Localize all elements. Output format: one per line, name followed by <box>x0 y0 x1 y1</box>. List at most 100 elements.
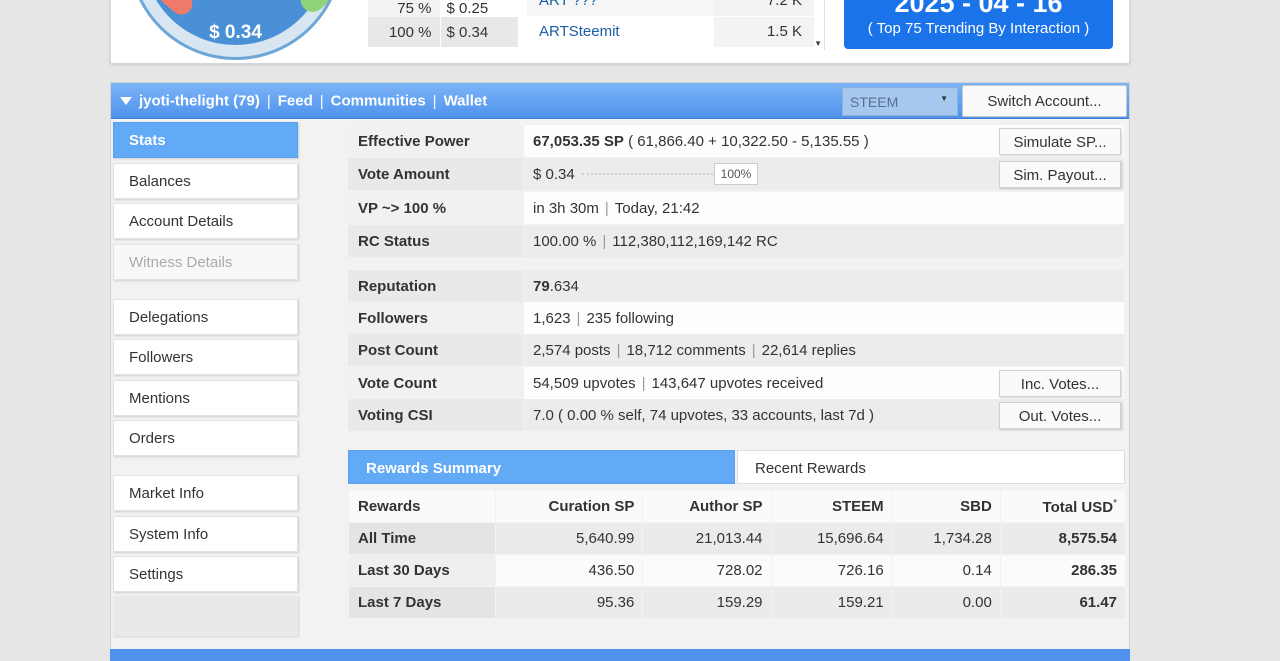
stat-label: Vote Count <box>348 367 523 399</box>
sidebar-item-system-info[interactable]: System Info <box>113 516 298 552</box>
table-row: All Time 5,640.99 21,013.44 15,696.64 1,… <box>349 523 1125 554</box>
stat-label: Effective Power <box>348 125 523 157</box>
vote-amount-value: $ 0.34 <box>533 166 575 183</box>
pct-row[interactable]: 100 % $ 0.34 <box>368 17 518 47</box>
account-name-link[interactable]: jyoti-thelight (79) <box>139 93 260 110</box>
column-header: STEEM <box>771 491 892 522</box>
tab-rewards-summary[interactable]: Rewards Summary <box>348 450 735 484</box>
column-header: Rewards <box>349 491 496 522</box>
community-link[interactable]: ART ??? <box>539 0 598 9</box>
sidebar-item-balances[interactable]: Balances <box>113 163 298 199</box>
stat-label: Vote Amount <box>348 158 523 190</box>
total-cell: 286.35 <box>1000 555 1125 586</box>
footnote-marker: * <box>1113 497 1117 509</box>
column-header: Total USD* <box>1000 491 1125 522</box>
total-cell: 61.47 <box>1000 587 1125 618</box>
column-header: SBD <box>892 491 1000 522</box>
stat-label: Post Count <box>348 334 523 366</box>
effective-power-total: 67,053.35 SP <box>533 133 624 150</box>
nav-link-wallet[interactable]: Wallet <box>444 93 488 110</box>
nav-link-communities[interactable]: Communities <box>331 93 426 110</box>
list-item[interactable]: ARTSteemit 1.5 K <box>527 17 814 47</box>
sidebar-item-mentions[interactable]: Mentions <box>113 380 298 416</box>
upvotes-received-count: 143,647 upvotes received <box>651 375 824 392</box>
sidebar-item-orders[interactable]: Orders <box>113 420 298 456</box>
table-cell: 436.50 <box>496 555 643 586</box>
stat-row-vote-count: Vote Count 54,509 upvotes | 143,647 upvote… <box>347 367 1127 399</box>
nav-separator: | <box>266 92 271 110</box>
tab-recent-rewards[interactable]: Recent Rewards <box>737 450 1125 484</box>
replies-count: 22,614 replies <box>761 342 856 359</box>
stat-label: VP ~> 100 % <box>348 192 523 224</box>
nav-separator: | <box>319 92 324 110</box>
simulate-sp-button[interactable]: Simulate SP... <box>999 128 1121 155</box>
stat-value: 2,574 posts | 18,712 comments | 22,614 repli… <box>524 334 1124 366</box>
sidebar-item-account-details[interactable]: Account Details <box>113 203 298 239</box>
comments-count: 18,712 comments <box>626 342 746 359</box>
sidebar-item-delegations[interactable]: Delegations <box>113 299 298 335</box>
collapse-triangle-icon[interactable] <box>120 97 132 106</box>
sidebar-item-followers[interactable]: Followers <box>113 339 298 375</box>
pct-value-cell: $ 0.25 <box>439 0 518 17</box>
pct-row[interactable]: 75 % $ 0.25 <box>368 0 518 17</box>
sidebar-filler <box>113 596 298 636</box>
column-header: Author SP <box>643 491 771 522</box>
rewards-summary-table: Rewards Curation SP Author SP STEEM SBD … <box>348 490 1126 619</box>
table-row: Last 30 Days 436.50 728.02 726.16 0.14 2… <box>349 555 1125 586</box>
banner-subtitle: ( Top 75 Trending By Interaction ) <box>867 20 1090 37</box>
stat-row-vp: VP ~> 100 % in 3h 30m | Today, 21:42 <box>347 192 1127 224</box>
table-cell: 726.16 <box>771 555 892 586</box>
stat-value: 100.00 % | 112,380,112,169,142 RC <box>524 225 1124 257</box>
nav-link-feed[interactable]: Feed <box>278 93 313 110</box>
stat-value: in 3h 30m | Today, 21:42 <box>524 192 1124 224</box>
table-cell: 15,696.64 <box>771 523 892 554</box>
sidebar-item-stats[interactable]: Stats <box>113 122 298 158</box>
rc-amount: 112,380,112,169,142 RC <box>612 233 778 250</box>
outgoing-votes-button[interactable]: Out. Votes... <box>999 402 1121 429</box>
community-list[interactable]: ART ??? 7.2 K ARTSteemit 1.5 K ▼ <box>527 0 825 50</box>
community-count: 1.5 K <box>714 17 814 47</box>
value-separator: | <box>751 342 756 359</box>
vote-pct-table: 75 % $ 0.25 100 % $ 0.34 <box>368 0 518 47</box>
table-cell: 0.14 <box>892 555 1000 586</box>
stat-value: 79.634 <box>524 270 1124 302</box>
total-usd-label: Total USD <box>1042 498 1114 516</box>
row-label: Last 30 Days <box>349 555 496 586</box>
sim-payout-button[interactable]: Sim. Payout... <box>999 161 1121 188</box>
stat-row-reputation: Reputation 79.634 <box>347 270 1127 302</box>
table-row: Last 7 Days 95.36 159.29 159.21 0.00 61.… <box>349 587 1125 618</box>
value-separator: | <box>602 233 607 250</box>
stat-row-rc-status: RC Status 100.00 % | 112,380,112,169,142 R… <box>347 225 1127 257</box>
token-select[interactable]: STEEM ▼ <box>842 87 958 116</box>
stat-row-effective-power: Effective Power 67,053.35 SP ( 61,866.40… <box>347 125 1127 157</box>
stat-label: Reputation <box>348 270 523 302</box>
banner-date: 2025 - 04 - 16 <box>894 0 1063 18</box>
community-count: 7.2 K <box>714 0 814 16</box>
vp-full-at: Today, 21:42 <box>614 200 700 217</box>
table-cell: 159.29 <box>643 587 771 618</box>
table-cell: 0.00 <box>892 587 1000 618</box>
chevron-down-icon: ▼ <box>940 94 948 103</box>
vote-weight-slider[interactable] <box>582 173 717 175</box>
table-cell: 5,640.99 <box>496 523 643 554</box>
list-item[interactable]: ART ??? 7.2 K <box>527 0 814 16</box>
table-cell: 728.02 <box>643 555 771 586</box>
stat-label: Followers <box>348 302 523 334</box>
account-header-bar: jyoti-thelight (79) | Feed | Communities | Wal… <box>111 83 1129 119</box>
scroll-down-icon[interactable]: ▼ <box>814 39 822 48</box>
community-link[interactable]: ARTSteemit <box>539 23 620 40</box>
switch-account-button[interactable]: Switch Account... <box>962 85 1127 117</box>
column-header: Curation SP <box>496 491 643 522</box>
sidebar-item-market-info[interactable]: Market Info <box>113 475 298 511</box>
stat-value: 1,623 | 235 following <box>524 302 1124 334</box>
sidebar-item-settings[interactable]: Settings <box>113 556 298 592</box>
incoming-votes-button[interactable]: Inc. Votes... <box>999 370 1121 397</box>
upvotes-count: 54,509 upvotes <box>533 375 636 392</box>
reputation-decimal: .634 <box>549 278 579 295</box>
row-label: All Time <box>349 523 496 554</box>
vote-weight-handle[interactable]: 100% <box>714 163 758 185</box>
trending-date-banner[interactable]: 2025 - 04 - 16 ( Top 75 Trending By Inte… <box>844 0 1113 49</box>
token-select-value: STEEM <box>850 94 899 110</box>
gauge-value: $ 0.34 <box>209 22 262 43</box>
stat-row-followers: Followers 1,623 | 235 following <box>347 302 1127 334</box>
